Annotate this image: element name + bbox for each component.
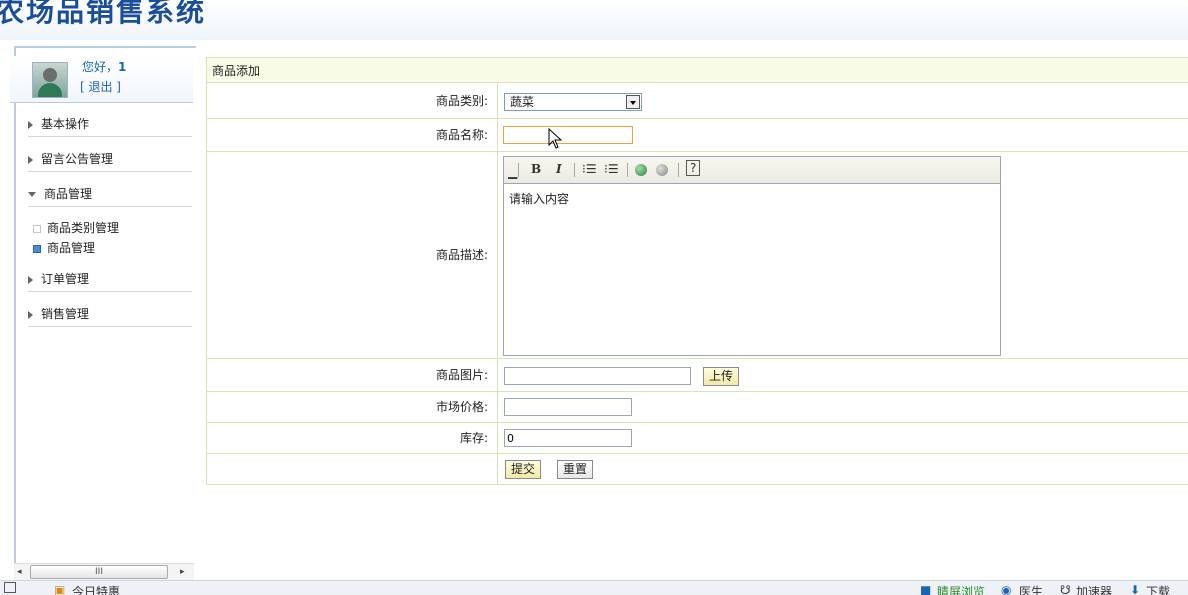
row-category: 商品类别:	[206, 83, 1188, 119]
sidebar-item-basic[interactable]: 基本操作	[28, 112, 192, 137]
category-select[interactable]: 蔬菜	[504, 93, 642, 111]
browser-statusbar: ▣ 今日特惠 ■ 睛屏浏览 ◉ 医生 ☋ 加速器 ⬇ 下载	[0, 580, 1188, 595]
greeting: 您好，1	[82, 60, 127, 74]
user-panel: 您好，1 [ 退出 ]	[10, 56, 193, 103]
doctor-icon: ◉	[1001, 583, 1012, 595]
square-bullet-icon	[33, 244, 41, 253]
row-image: 商品图片:	[206, 359, 1188, 392]
submit-button[interactable]: 提交	[505, 460, 542, 479]
screen-icon: ■	[920, 583, 932, 595]
statusbar-item-1[interactable]: 医生	[1019, 583, 1043, 595]
statusbar-item-2[interactable]: 加速器	[1076, 583, 1112, 595]
scroll-left-icon[interactable]: ◂	[17, 567, 22, 577]
row-name: 商品名称:	[206, 119, 1188, 152]
chevron-down-icon[interactable]	[626, 95, 640, 109]
app-header: 农场品销售系统	[0, 0, 1188, 40]
chevron-right-icon	[28, 275, 33, 284]
stock-input[interactable]	[504, 429, 632, 447]
scrollbar-thumb[interactable]: III	[30, 565, 168, 579]
name-input[interactable]	[503, 126, 633, 144]
form-title: 商品添加	[206, 57, 1188, 83]
logout-link[interactable]: [ 退出 ]	[80, 78, 121, 95]
reset-button[interactable]: 重置	[557, 460, 594, 479]
chevron-right-icon	[28, 155, 33, 164]
mouse-cursor-icon	[548, 128, 563, 149]
page-icon[interactable]	[4, 582, 16, 593]
chevron-right-icon	[28, 310, 33, 319]
sidebar-item-sales[interactable]: 销售管理	[28, 302, 192, 327]
app-title: 农场品销售系统	[0, 0, 207, 28]
chevron-down-icon	[28, 192, 36, 197]
sidebar-item-orders[interactable]: 订单管理	[28, 267, 192, 292]
row-stock: 库存:	[206, 423, 1188, 454]
chevron-right-icon	[28, 120, 33, 129]
image-label: 商品图片:	[207, 359, 498, 391]
editor-content[interactable]: 请输入内容	[504, 184, 1000, 213]
sidebar-subitem-category[interactable]: 商品类别管理	[33, 219, 119, 236]
image-input[interactable]	[504, 367, 691, 385]
category-label: 商品类别:	[207, 83, 498, 118]
help-icon[interactable]: ?	[686, 160, 701, 176]
username: 1	[118, 60, 127, 74]
horizontal-scrollbar[interactable]: ◂ III ▸	[14, 563, 194, 580]
square-bullet-icon	[33, 224, 41, 233]
bold-button[interactable]: B	[531, 162, 541, 176]
statusbar-today-deals[interactable]: 今日特惠	[72, 583, 120, 595]
unlink-icon[interactable]	[656, 164, 668, 176]
description-label: 商品描述:	[207, 152, 498, 358]
upload-button[interactable]: 上传	[703, 367, 740, 386]
format-dropdown-icon[interactable]: ▁	[508, 165, 517, 179]
sidebar-subitem-products[interactable]: 商品管理	[33, 239, 95, 256]
italic-button[interactable]: I	[556, 162, 562, 176]
scroll-right-icon[interactable]: ▸	[180, 567, 185, 577]
price-label: 市场价格:	[207, 392, 498, 422]
statusbar-item-0[interactable]: 睛屏浏览	[937, 583, 985, 595]
rich-text-editor[interactable]: ▁ B I ⁝☰ ⁝☰ ? 请输入内容	[503, 156, 1001, 356]
accelerator-icon: ☋	[1060, 583, 1071, 595]
editor-toolbar: ▁ B I ⁝☰ ⁝☰ ?	[504, 157, 1000, 184]
name-label: 商品名称:	[207, 119, 498, 151]
stock-label: 库存:	[207, 423, 498, 453]
unordered-list-icon[interactable]: ⁝☰	[604, 162, 619, 176]
price-input[interactable]	[504, 398, 632, 416]
statusbar-item-3[interactable]: 下载	[1146, 583, 1170, 595]
sidebar-item-products[interactable]: 商品管理	[28, 182, 192, 207]
sidebar-item-messages[interactable]: 留言公告管理	[28, 147, 192, 172]
download-icon: ⬇	[1130, 583, 1141, 595]
ordered-list-icon[interactable]: ⁝☰	[582, 162, 597, 176]
avatar	[32, 62, 68, 98]
row-price: 市场价格:	[206, 392, 1188, 423]
gift-icon: ▣	[54, 583, 66, 595]
link-icon[interactable]	[635, 164, 647, 176]
row-actions	[206, 454, 1188, 485]
